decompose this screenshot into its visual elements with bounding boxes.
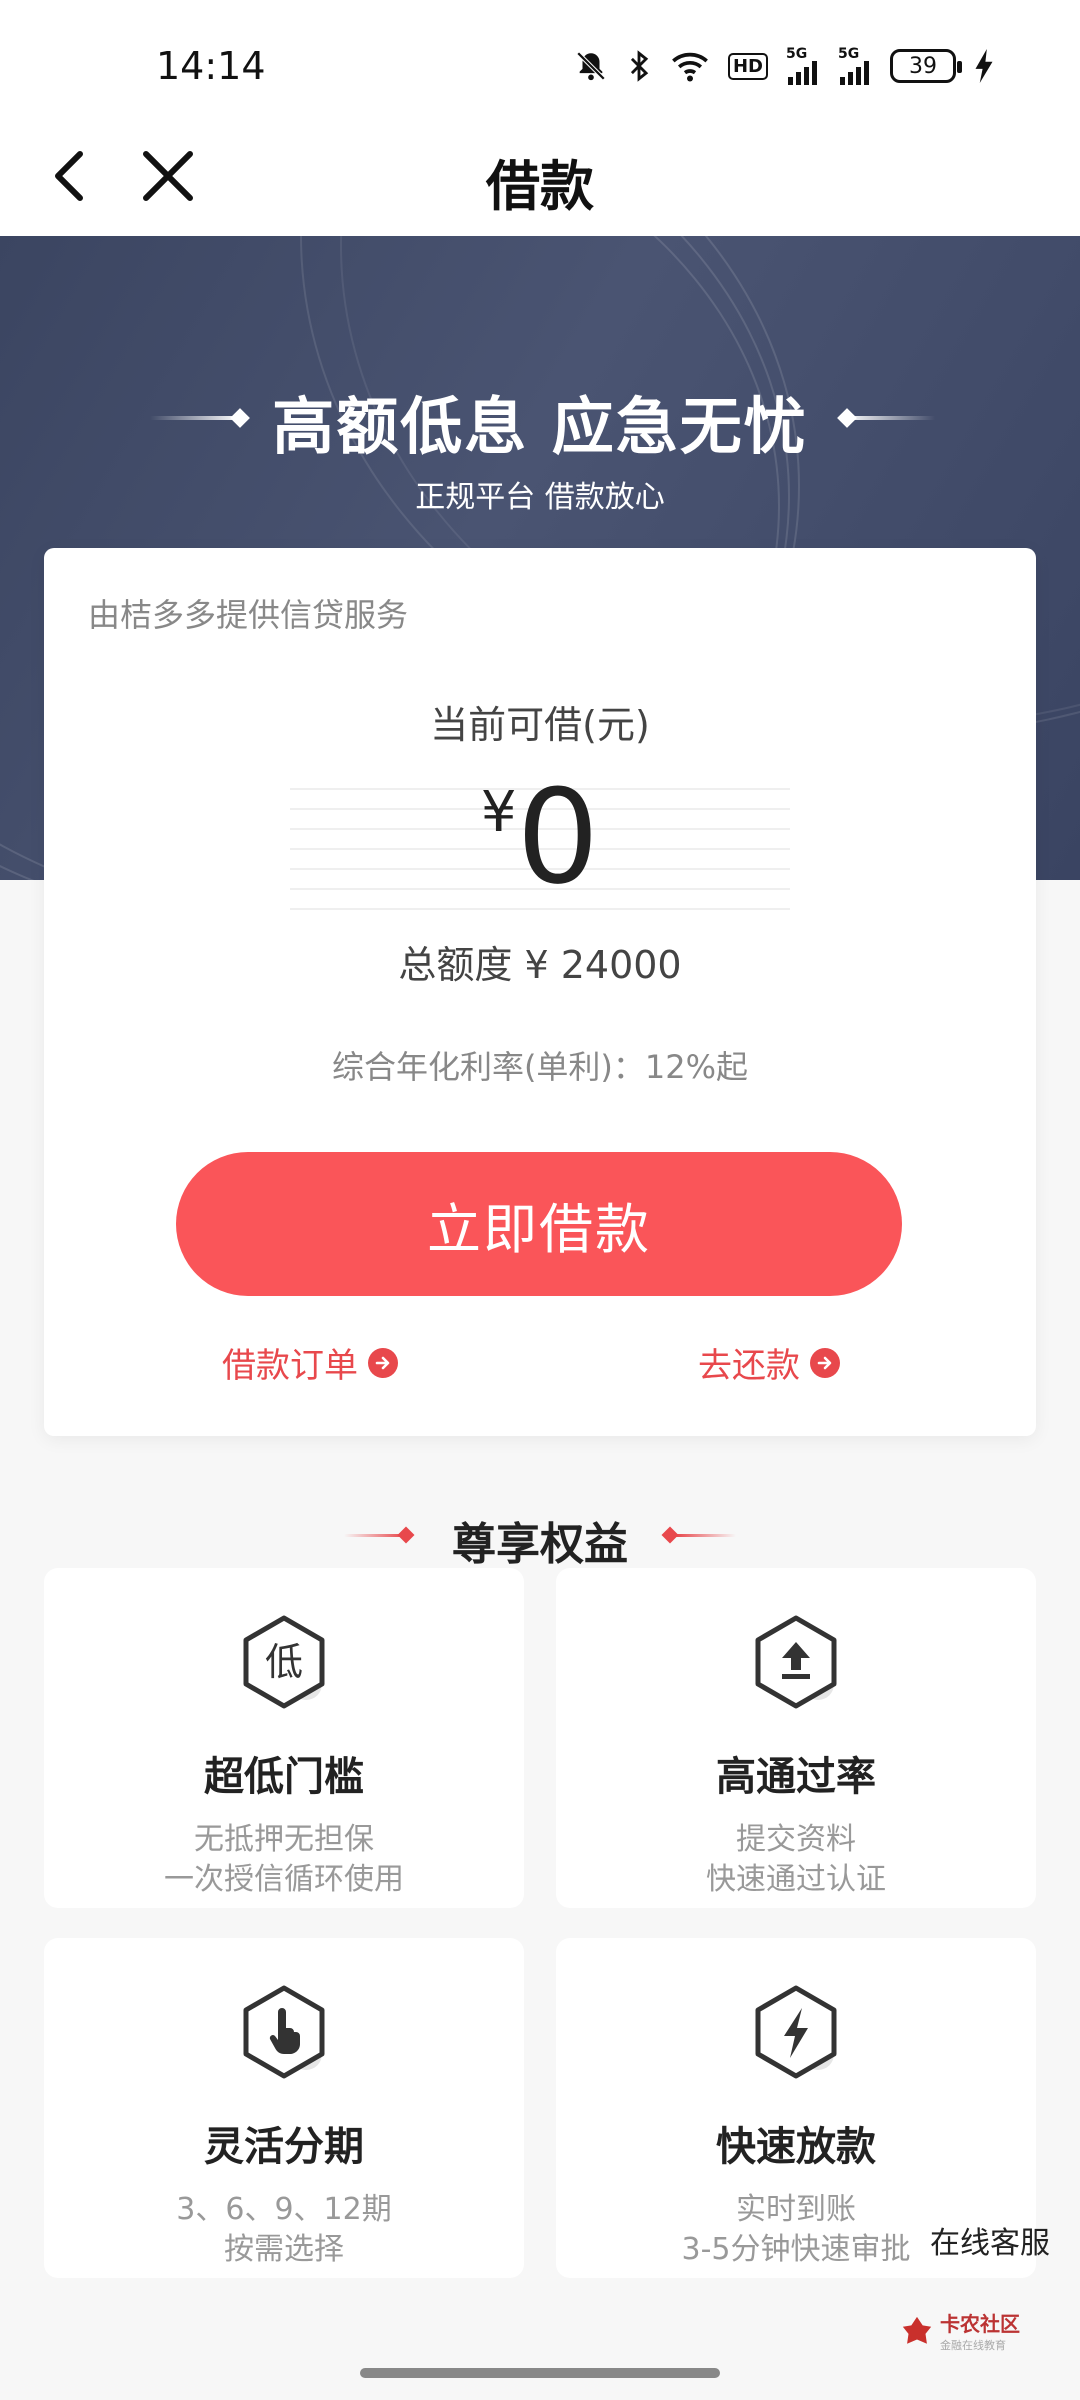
loan-orders-label: 借款订单 [222,1346,358,1386]
benefit-card-flexible-installment: 灵活分期 3、6、9、12期 按需选择 [44,1938,524,2278]
hero-subtitle: 正规平台 借款放心 [415,480,665,515]
currency-symbol: ¥ [480,780,517,845]
benefit-desc-1: 无抵押无担保 [194,1822,374,1857]
provider-text: 由桔多多提供信贷服务 [88,596,409,634]
battery-icon: 39 [890,49,962,83]
arrow-right-circle-icon [368,1347,398,1378]
watermark-sub: 金融在线教育 [940,2339,1006,2352]
home-indicator[interactable] [360,2368,720,2378]
svg-text:低: 低 [265,1640,303,1684]
borrow-now-button[interactable]: 立即借款 [176,1152,902,1296]
bluetooth-icon [626,46,652,86]
amount-value: 0 [516,761,600,913]
repay-label: 去还款 [698,1346,800,1386]
benefit-card-low-threshold: 低 超低门槛 无抵押无担保 一次授信循环使用 [44,1568,524,1908]
watermark-name: 卡农社区 [940,2312,1020,2336]
benefit-name: 灵活分期 [204,2124,364,2170]
benefit-card-high-pass-rate: 高通过率 提交资料 快速通过认证 [556,1568,1036,1908]
loan-orders-link[interactable]: 借款订单 [222,1338,398,1387]
available-amount: ¥0 [44,772,1036,902]
watermark-logo: 卡农社区 金融在线教育 [900,2308,1020,2353]
mute-bell-icon [574,46,608,86]
online-service-link[interactable]: 在线客服 [930,2218,1050,2262]
lightning-icon [746,1982,846,2082]
benefit-desc-1: 提交资料 [736,1822,856,1857]
status-bar: 14:14 HD 5G 5G 39 [0,0,1080,118]
page-title: 借款 [486,155,594,218]
status-icons: HD 5G 5G 39 [574,46,994,86]
upload-arrow-icon [746,1612,846,1712]
benefit-desc-2: 一次授信循环使用 [164,1862,404,1897]
hand-tap-icon [234,1982,334,2082]
arrow-right-circle-icon [810,1347,840,1378]
charging-bolt-icon [974,46,994,86]
low-threshold-icon: 低 [234,1612,334,1712]
benefit-name: 高通过率 [716,1754,876,1800]
benefit-name: 超低门槛 [204,1754,364,1800]
status-time: 14:14 [156,44,266,88]
nav-bar: 借款 [0,118,1080,236]
watermark-icon [902,2316,932,2344]
hd-badge: HD [727,52,768,80]
signal-5g-icon: 5G [786,47,820,85]
loan-card: 由桔多多提供信贷服务 当前可借(元) ¥0 总额度 ¥ 24000 综合年化利率… [44,548,1036,1436]
benefit-desc-1: 3、6、9、12期 [176,2192,392,2227]
interest-rate: 综合年化利率(单利)：12%起 [331,1048,749,1086]
repay-link[interactable]: 去还款 [698,1338,840,1387]
benefits-title: 尊享权益 [452,1519,628,1570]
total-limit: 总额度 ¥ 24000 [398,943,682,987]
signal-5g-icon-2: 5G [838,47,872,85]
benefit-name: 快速放款 [716,2124,876,2170]
benefit-desc-2: 按需选择 [224,2232,344,2267]
benefit-desc-2: 快速通过认证 [706,1862,886,1897]
available-label: 当前可借(元) [430,703,650,747]
wifi-icon [670,46,710,86]
hero-title: 高额低息 应急无忧 [272,390,808,463]
